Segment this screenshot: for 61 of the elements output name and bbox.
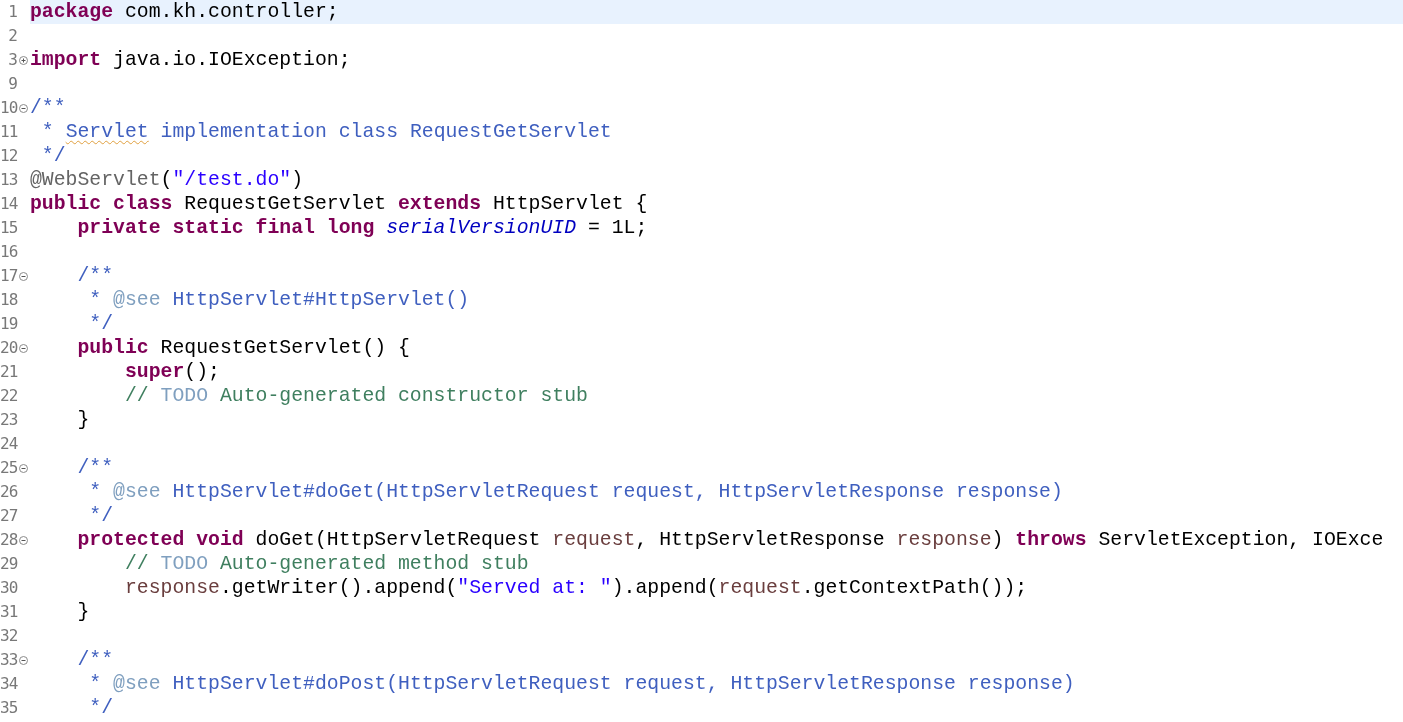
- code-line: * @see HttpServlet#doPost(HttpServletRequest request, HttpServletResponse response): [88, 672, 1076, 696]
- line-number: 35: [0, 697, 17, 719]
- line-number: 10: [0, 97, 17, 119]
- line-number: 13: [0, 169, 17, 191]
- code-line: super();: [123, 360, 221, 384]
- code-line: // TODO Auto-generated method stub: [123, 552, 530, 576]
- code-line: * @see HttpServlet#HttpServlet(): [88, 288, 471, 312]
- line-number: 22: [0, 385, 17, 407]
- line-number: 3: [7, 49, 17, 71]
- collapse-icon[interactable]: [19, 271, 28, 281]
- line-number: 27: [0, 505, 17, 527]
- code-line: /**: [30, 96, 67, 120]
- line-number: 33: [0, 649, 17, 671]
- line-number: 23: [0, 409, 17, 431]
- expand-icon[interactable]: [19, 55, 28, 65]
- line-number: 12: [0, 145, 17, 167]
- line-number: 2: [7, 25, 17, 47]
- collapse-icon[interactable]: [19, 535, 28, 545]
- code-line: /**: [76, 648, 115, 672]
- code-line: public class RequestGetServlet extends HttpServlet {: [30, 192, 649, 216]
- line-number: 20: [0, 337, 17, 359]
- collapse-icon[interactable]: [19, 103, 28, 113]
- code-line: /**: [76, 456, 115, 480]
- code-line: */: [88, 504, 115, 528]
- line-number: 34: [0, 673, 17, 695]
- code-line: */: [40, 144, 67, 168]
- code-line: response.getWriter().append("Served at: ").append(request.getContextPath());: [123, 576, 1029, 600]
- line-number: 28: [0, 529, 17, 551]
- line-number: 1: [7, 1, 17, 23]
- code-line: */: [88, 312, 115, 336]
- code-line: public RequestGetServlet() {: [76, 336, 411, 360]
- code-line: private static final long serialVersionUID = 1L;: [76, 216, 649, 240]
- code-line: @WebServlet("/test.do"): [30, 168, 305, 192]
- collapse-icon[interactable]: [19, 463, 28, 473]
- line-number: 16: [0, 241, 17, 263]
- line-number: 14: [0, 193, 17, 215]
- line-number: 29: [0, 553, 17, 575]
- code-line: import java.io.IOException;: [30, 48, 352, 72]
- line-number: 32: [0, 625, 17, 647]
- code-line: /**: [76, 264, 115, 288]
- line-number: 24: [0, 433, 17, 455]
- code-line: */: [88, 696, 115, 720]
- line-number: 26: [0, 481, 17, 503]
- line-number: 18: [0, 289, 17, 311]
- code-line: }: [76, 408, 91, 432]
- line-number: 30: [0, 577, 17, 599]
- collapse-icon[interactable]: [19, 343, 28, 353]
- line-number: 19: [0, 313, 17, 335]
- line-number: 31: [0, 601, 17, 623]
- line-number: 21: [0, 361, 17, 383]
- line-number: 25: [0, 457, 17, 479]
- collapse-icon[interactable]: [19, 655, 28, 665]
- line-number: 9: [7, 73, 17, 95]
- code-line: * @see HttpServlet#doGet(HttpServletRequest request, HttpServletResponse response): [88, 480, 1064, 504]
- code-line: // TODO Auto-generated constructor stub: [123, 384, 589, 408]
- line-number: 17: [0, 265, 17, 287]
- code-line: }: [76, 600, 91, 624]
- code-line: * Servlet implementation class RequestGetServlet: [40, 120, 613, 144]
- code-line: protected void doGet(HttpServletRequest request, HttpServletResponse response) throws ServletException, IOExce: [76, 528, 1385, 552]
- line-number: 15: [0, 217, 17, 239]
- line-number: 11: [0, 121, 17, 143]
